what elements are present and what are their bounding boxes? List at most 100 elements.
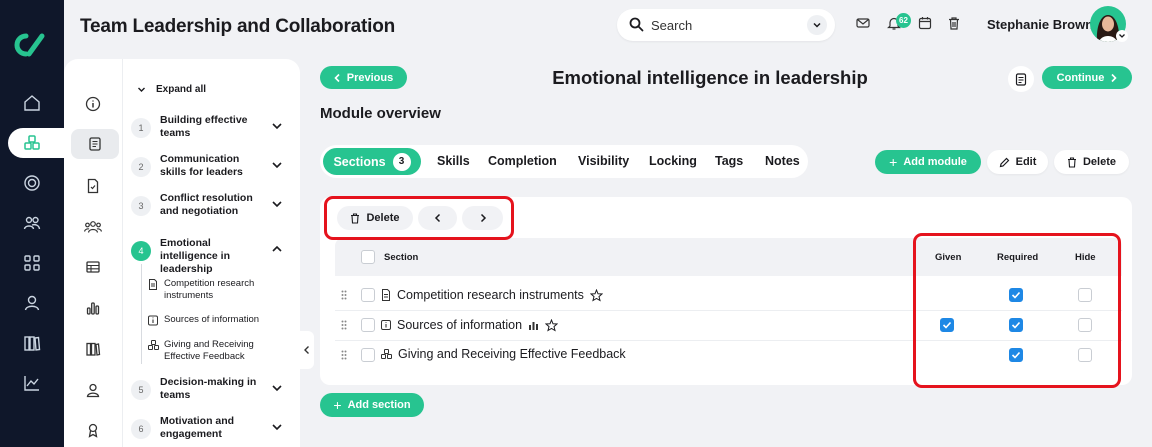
module-number: 1: [131, 118, 151, 138]
tab-skills[interactable]: Skills: [437, 154, 470, 168]
notes-icon: [1015, 72, 1027, 86]
user-name[interactable]: Stephanie Brown: [987, 17, 1093, 32]
module-number: 2: [131, 157, 151, 177]
search-icon: [629, 17, 644, 32]
user-icon[interactable]: [21, 292, 43, 314]
module-title[interactable]: Motivation and engagement: [160, 415, 260, 441]
continue-label[interactable]: Continue: [1057, 72, 1105, 84]
tab-sections[interactable]: Sections 3: [323, 148, 421, 175]
module-title[interactable]: Decision-making in teams: [160, 376, 260, 402]
select-all-checkbox[interactable]: [361, 250, 375, 264]
award-icon[interactable]: [83, 420, 103, 440]
drag-handle-icon[interactable]: [341, 350, 347, 360]
row-title[interactable]: Sources of information: [397, 318, 522, 332]
add-module-button[interactable]: + Add module: [875, 150, 981, 174]
tab-notes[interactable]: Notes: [765, 154, 800, 168]
row-title[interactable]: Giving and Receiving Effective Feedback: [398, 347, 626, 361]
target-icon[interactable]: [21, 172, 43, 194]
course-sidebar: Expand all 1 Building effective teams 2 …: [64, 59, 300, 447]
subsection-title[interactable]: Competition research instruments: [164, 278, 270, 301]
cubes-icon: [148, 340, 159, 362]
subsection-title[interactable]: Sources of information: [164, 314, 259, 326]
module-title[interactable]: Conflict resolution and negotiation: [160, 192, 260, 218]
table-icon[interactable]: [83, 257, 103, 277]
previous-label[interactable]: Previous: [347, 72, 393, 84]
plus-icon: +: [333, 397, 342, 413]
row-checkbox[interactable]: [361, 288, 375, 302]
add-section-label[interactable]: Add section: [348, 399, 411, 411]
app-title: Team Leadership and Collaboration: [80, 16, 396, 37]
expand-all-toggle[interactable]: Expand all: [137, 84, 206, 95]
row-title[interactable]: Competition research instruments: [397, 288, 584, 302]
drag-handle-icon[interactable]: [341, 290, 347, 300]
tab-completion[interactable]: Completion: [488, 154, 557, 168]
chevron-down-icon[interactable]: [271, 382, 283, 394]
expand-all-label[interactable]: Expand all: [156, 84, 206, 95]
previous-button[interactable]: Previous: [320, 66, 407, 89]
cubes-icon[interactable]: [21, 132, 43, 154]
tab-tags[interactable]: Tags: [715, 154, 743, 168]
drag-handle-icon[interactable]: [341, 320, 347, 330]
column-header-section: Section: [384, 252, 419, 263]
chevron-down-icon[interactable]: [271, 159, 283, 171]
overview-tabs: Sections 3 Skills Completion Visibility …: [320, 145, 808, 178]
tab-label[interactable]: Sections: [333, 155, 385, 169]
edit-label[interactable]: Edit: [1016, 156, 1037, 168]
user-icon[interactable]: [83, 380, 103, 400]
calendar-icon[interactable]: [918, 16, 932, 30]
tab-visibility[interactable]: Visibility: [578, 154, 629, 168]
books-icon[interactable]: [21, 332, 43, 354]
chevron-up-icon[interactable]: [271, 243, 283, 255]
notes-button[interactable]: [1008, 66, 1034, 92]
add-section-button[interactable]: + Add section: [320, 393, 424, 417]
bar-chart-icon[interactable]: [83, 298, 103, 318]
continue-button[interactable]: Continue: [1042, 66, 1132, 89]
books-icon[interactable]: [83, 339, 103, 359]
tab-locking[interactable]: Locking: [649, 154, 697, 168]
chevron-down-icon[interactable]: [271, 120, 283, 132]
grid-icon[interactable]: [21, 252, 43, 274]
module-title[interactable]: Building effective teams: [160, 114, 260, 140]
row-checkbox[interactable]: [361, 348, 375, 362]
document-check-icon[interactable]: [83, 176, 103, 196]
chevron-down-icon[interactable]: [807, 15, 827, 35]
delete-module-button[interactable]: Delete: [1054, 150, 1129, 174]
analytics-icon[interactable]: [21, 372, 43, 394]
app-logo[interactable]: [12, 32, 52, 58]
edit-button[interactable]: Edit: [987, 150, 1048, 174]
mail-icon[interactable]: [856, 16, 870, 30]
module-title[interactable]: Emotional intelligence in leadership: [160, 237, 240, 276]
highlight-toolbar: [324, 196, 514, 240]
avatar-chevron-icon[interactable]: [1116, 30, 1128, 42]
sidebar-tab-modules[interactable]: [71, 129, 119, 159]
pencil-icon: [999, 157, 1009, 167]
highlight-checkbox-columns: [913, 233, 1121, 388]
module-number: 3: [131, 196, 151, 216]
trash-icon[interactable]: [947, 16, 961, 30]
home-icon[interactable]: [21, 92, 43, 114]
subsection-title[interactable]: Giving and Receiving Effective Feedback: [164, 339, 270, 362]
search-bar[interactable]: Search: [617, 9, 835, 41]
users-icon[interactable]: [83, 217, 103, 237]
row-checkbox[interactable]: [361, 318, 375, 332]
table-row[interactable]: Giving and Receiving Effective Feedback: [381, 347, 626, 361]
subsection-item-1[interactable]: Competition research instruments: [148, 278, 270, 301]
module-number-active: 4: [131, 241, 151, 261]
delete-label[interactable]: Delete: [1083, 156, 1116, 168]
subsection-item-2[interactable]: Sources of information: [148, 314, 278, 326]
table-row[interactable]: Sources of information: [381, 318, 559, 332]
subsection-item-3[interactable]: Giving and Receiving Effective Feedback: [148, 339, 270, 362]
tab-count-badge: 3: [392, 152, 411, 171]
chevron-down-icon[interactable]: [271, 198, 283, 210]
users-icon[interactable]: [21, 212, 43, 234]
notification-badge: 62: [896, 13, 911, 28]
info-circle-icon[interactable]: [83, 94, 103, 114]
collapse-sidebar-button[interactable]: [299, 331, 314, 369]
trash-icon: [1067, 156, 1076, 168]
module-title[interactable]: Communication skills for leaders: [160, 153, 260, 179]
table-row[interactable]: Competition research instruments: [381, 288, 603, 302]
chevron-left-icon: [334, 73, 340, 82]
chevron-down-icon[interactable]: [271, 421, 283, 433]
search-placeholder[interactable]: Search: [651, 18, 692, 33]
add-module-label[interactable]: Add module: [903, 156, 967, 168]
